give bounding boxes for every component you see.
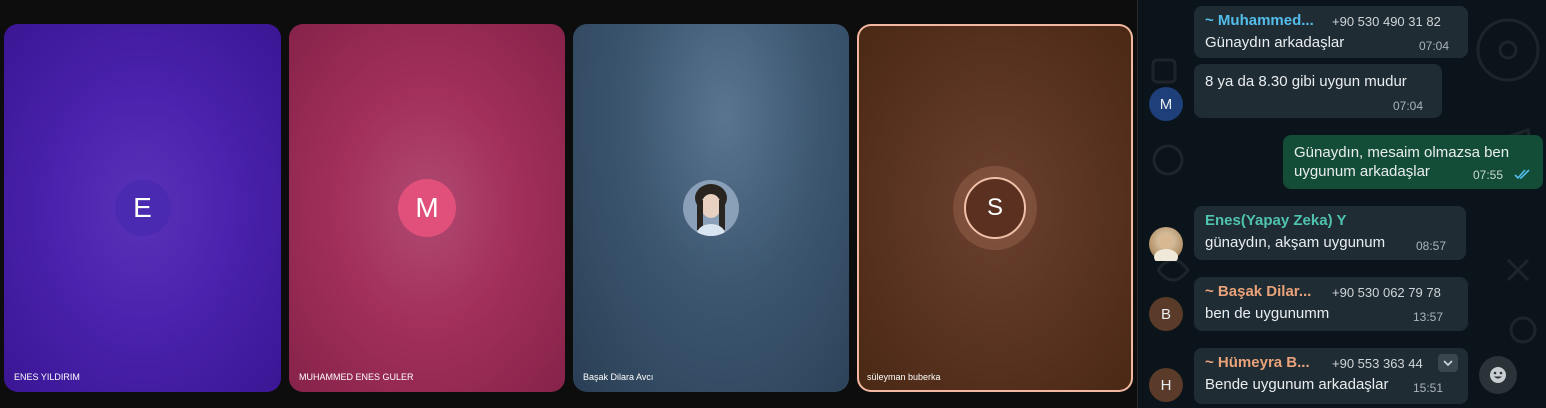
participant-name: süleyman buberka bbox=[867, 372, 941, 382]
participant-avatar: E bbox=[114, 180, 171, 236]
double-check-icon bbox=[1514, 169, 1530, 180]
sender-name[interactable]: Enes(Yapay Zeka) Y bbox=[1205, 212, 1346, 229]
sender-phone: +90 530 490 31 82 bbox=[1332, 14, 1441, 29]
participant-avatar: M bbox=[398, 179, 456, 237]
avatar-initial: S bbox=[986, 194, 1003, 221]
avatar-initial: M bbox=[415, 192, 439, 223]
sender-name[interactable]: ~ Muhammed... bbox=[1205, 12, 1314, 29]
message-text: ben de uygunumm bbox=[1205, 305, 1330, 322]
message-bubble-incoming[interactable]: Enes(Yapay Zeka) Y günaydın, akşam uygun… bbox=[1194, 206, 1466, 260]
message-text-line-1: Günaydın, mesaim olmazsa ben bbox=[1294, 144, 1510, 161]
message-text: Günaydın arkadaşlar bbox=[1205, 34, 1345, 51]
message-time: 13:57 bbox=[1413, 310, 1444, 324]
message-bubble-incoming[interactable]: 8 ya da 8.30 gibi uygun mudur 07:04 bbox=[1194, 64, 1442, 118]
message-bubble-incoming[interactable]: ~ Muhammed... +90 530 490 31 82 Günaydın… bbox=[1194, 6, 1468, 58]
message-time: 15:51 bbox=[1413, 381, 1444, 395]
sender-photo-avatar[interactable] bbox=[1149, 227, 1183, 261]
chat-panel[interactable]: ~ Muhammed... +90 530 490 31 82 Günaydın… bbox=[1138, 0, 1546, 408]
participant-tile[interactable]: E ENES YILDIRIM bbox=[4, 24, 281, 392]
sender-avatar[interactable]: B bbox=[1149, 297, 1183, 331]
participant-name: ENES YILDIRIM bbox=[14, 372, 80, 382]
participant-avatar: S bbox=[964, 177, 1026, 239]
sender-avatar[interactable]: H bbox=[1149, 368, 1183, 402]
message-text-line-2: uygunum arkadaşlar bbox=[1294, 163, 1430, 180]
emoji-icon bbox=[1490, 367, 1506, 383]
avatar-initial: E bbox=[133, 192, 152, 223]
video-call-grid: E ENES YILDIRIM M MUHAMMED ENES GULER Ba… bbox=[0, 0, 1137, 408]
participant-tile-speaking[interactable]: S süleyman buberka bbox=[857, 24, 1133, 392]
participant-name: MUHAMMED ENES GULER bbox=[299, 372, 414, 382]
message-time: 07:55 bbox=[1473, 168, 1504, 182]
participant-name: Başak Dilara Avcı bbox=[583, 372, 654, 382]
message-text: günaydın, akşam uygunum bbox=[1205, 234, 1386, 251]
message-text: Bende uygunum arkadaşlar bbox=[1205, 376, 1389, 393]
sender-phone: +90 530 062 79 78 bbox=[1332, 285, 1441, 300]
avatar-initial: B bbox=[1160, 305, 1171, 323]
message-bubble-incoming[interactable]: ~ Hümeyra B... +90 553 363 44 Bende uygu… bbox=[1194, 348, 1468, 404]
participant-tile[interactable]: M MUHAMMED ENES GULER bbox=[289, 24, 565, 392]
sender-avatar[interactable]: M bbox=[1149, 87, 1183, 121]
avatar-initial: H bbox=[1160, 376, 1172, 394]
chevron-down-icon[interactable] bbox=[1438, 354, 1458, 372]
message-time: 07:04 bbox=[1393, 99, 1424, 113]
avatar-initial: M bbox=[1159, 95, 1173, 113]
sender-name[interactable]: ~ Başak Dilar... bbox=[1205, 283, 1311, 300]
portrait-photo bbox=[683, 180, 739, 236]
avatar-photo bbox=[1154, 233, 1178, 261]
emoji-button[interactable] bbox=[1479, 356, 1517, 394]
participant-photo-avatar bbox=[683, 180, 739, 236]
message-text: 8 ya da 8.30 gibi uygun mudur bbox=[1205, 73, 1407, 90]
message-bubble-incoming[interactable]: ~ Başak Dilar... +90 530 062 79 78 ben d… bbox=[1194, 277, 1468, 331]
sender-phone: +90 553 363 44 bbox=[1332, 356, 1423, 371]
message-time: 08:57 bbox=[1416, 239, 1447, 253]
message-time: 07:04 bbox=[1419, 39, 1450, 53]
message-bubble-outgoing[interactable]: Günaydın, mesaim olmazsa ben uygunum ark… bbox=[1283, 135, 1543, 189]
sender-name[interactable]: ~ Hümeyra B... bbox=[1205, 354, 1310, 371]
chat-wallpaper bbox=[1151, 18, 1540, 344]
participant-tile[interactable]: Başak Dilara Avcı bbox=[573, 24, 849, 392]
